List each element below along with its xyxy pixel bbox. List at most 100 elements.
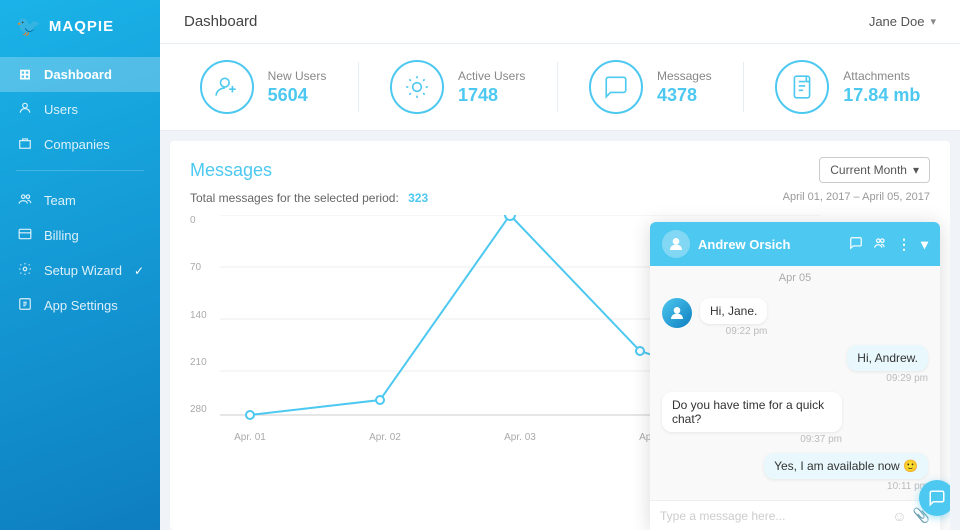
stat-messages-label: Messages	[657, 69, 712, 83]
active-users-icon	[390, 60, 444, 114]
chat-message-3: Yes, I am available now 🙂 10:11 pm	[662, 453, 928, 492]
sidebar-label-companies: Companies	[44, 137, 110, 152]
sidebar-item-app-settings[interactable]: App Settings	[0, 288, 160, 323]
chat-users-icon[interactable]	[873, 236, 887, 253]
user-menu[interactable]: Jane Doe ▾	[869, 14, 936, 29]
period-label: Current Month	[830, 163, 907, 177]
chat-message-2: Do you have time for a quick chat? 09:37…	[662, 392, 928, 445]
y-axis-labels: 280 210 140 70 0	[190, 215, 220, 415]
stat-new-users-value: 5604	[268, 85, 327, 106]
sidebar-label-setup-wizard: Setup Wizard	[44, 263, 122, 278]
chat-date-label: Apr 05	[650, 266, 940, 290]
sidebar-label-app-settings: App Settings	[44, 298, 118, 313]
chat-popup: Andrew Orsich ⋮ ▾ Apr 05	[650, 222, 940, 530]
stat-active-users-info: Active Users 1748	[458, 69, 525, 106]
page-title: Dashboard	[184, 13, 257, 30]
stat-active-users: Active Users 1748	[390, 60, 525, 114]
y-label-4: 0	[190, 215, 220, 226]
chat-comment-icon[interactable]	[849, 236, 863, 253]
total-value: 323	[408, 191, 428, 205]
date-range: April 01, 2017 – April 05, 2017	[783, 191, 930, 205]
chat-input-area: ☺ 📎	[650, 500, 940, 530]
chart-dot-2	[505, 215, 515, 220]
sidebar-item-dashboard[interactable]: ⊞ Dashboard	[0, 57, 160, 92]
logo-text: MAQPIE	[49, 18, 114, 35]
chart-dot-0	[246, 411, 254, 419]
chat-text-1: Hi, Andrew.	[847, 345, 928, 371]
sidebar-item-team[interactable]: Team	[0, 183, 160, 218]
main-content: Dashboard Jane Doe ▾ New Users 5604	[160, 0, 960, 530]
chat-text-2: Do you have time for a quick chat?	[662, 392, 842, 432]
team-icon	[16, 192, 34, 209]
billing-icon	[16, 227, 34, 244]
stat-divider-1	[358, 62, 359, 112]
chat-emoji-icon[interactable]: ☺	[892, 508, 906, 524]
companies-icon	[16, 136, 34, 153]
stat-new-users-label: New Users	[268, 69, 327, 83]
stats-bar: New Users 5604 Acti	[160, 44, 960, 131]
total-label: Total messages for the selected period:	[190, 191, 399, 205]
chat-message-0: Hi, Jane. 09:22 pm	[662, 298, 928, 337]
stat-active-users-label: Active Users	[458, 69, 525, 83]
chart-dot-3	[636, 347, 644, 355]
chat-bubble-1: Hi, Andrew. 09:29 pm	[847, 345, 928, 384]
chat-time-3: 10:11 pm	[764, 481, 928, 492]
chat-bubble-2: Do you have time for a quick chat? 09:37…	[662, 392, 842, 445]
sidebar-main-section: ⊞ Dashboard Users Companies	[0, 57, 160, 162]
chat-chevron-down-icon[interactable]: ▾	[921, 236, 928, 253]
new-users-icon	[200, 60, 254, 114]
x-label-2: Apr. 03	[490, 432, 550, 443]
users-icon	[16, 101, 34, 118]
setup-wizard-check: ✓	[134, 264, 144, 278]
chat-bubble-0: Hi, Jane. 09:22 pm	[700, 298, 767, 337]
y-label-0: 280	[190, 404, 220, 415]
stat-divider-2	[557, 62, 558, 112]
chart-section: Messages Current Month ▾ Total messages …	[170, 141, 950, 530]
chart-title: Messages	[190, 160, 272, 181]
logo-icon: 🐦	[16, 14, 41, 39]
chat-time-1: 09:29 pm	[847, 373, 928, 384]
sidebar-label-dashboard: Dashboard	[44, 67, 112, 82]
sidebar-item-companies[interactable]: Companies	[0, 127, 160, 162]
attachments-icon	[775, 60, 829, 114]
x-label-1: Apr. 02	[355, 432, 415, 443]
stat-attachments: Attachments 17.84 mb	[775, 60, 920, 114]
stat-new-users-info: New Users 5604	[268, 69, 327, 106]
x-label-0: Apr. 01	[220, 432, 280, 443]
app-settings-icon	[16, 297, 34, 314]
y-label-2: 140	[190, 310, 220, 321]
sidebar-label-users: Users	[44, 102, 78, 117]
chart-header: Messages Current Month ▾	[190, 157, 930, 183]
setup-wizard-icon	[16, 262, 34, 279]
messages-icon	[589, 60, 643, 114]
chat-more-icon[interactable]: ⋮	[897, 236, 911, 253]
chat-input[interactable]	[660, 509, 886, 523]
chat-fab-button[interactable]	[919, 480, 950, 516]
chat-header-icons: ⋮ ▾	[849, 236, 928, 253]
stat-attachments-info: Attachments 17.84 mb	[843, 69, 920, 106]
chat-avatar-0	[662, 298, 692, 328]
sidebar-divider	[16, 170, 144, 171]
sidebar-label-billing: Billing	[44, 228, 79, 243]
period-chevron-icon: ▾	[913, 163, 919, 177]
sidebar-secondary-section: Team Billing Setup Wizard ✓ App Settings	[0, 183, 160, 323]
stat-messages-value: 4378	[657, 85, 712, 106]
sidebar-item-users[interactable]: Users	[0, 92, 160, 127]
logo-area: 🐦 MAQPIE	[0, 0, 160, 53]
chart-subtitle: Total messages for the selected period: …	[190, 191, 930, 205]
chat-time-0: 09:22 pm	[700, 326, 767, 337]
stat-active-users-value: 1748	[458, 85, 525, 106]
sidebar-label-team: Team	[44, 193, 76, 208]
username: Jane Doe	[869, 14, 925, 29]
period-selector[interactable]: Current Month ▾	[819, 157, 930, 183]
dashboard-icon: ⊞	[16, 66, 34, 83]
stat-divider-3	[743, 62, 744, 112]
chat-messages: Hi, Jane. 09:22 pm Hi, Andrew. 09:29 pm …	[650, 290, 940, 500]
sidebar-item-billing[interactable]: Billing	[0, 218, 160, 253]
chat-contact-avatar	[662, 230, 690, 258]
y-label-1: 210	[190, 357, 220, 368]
chat-text-3: Yes, I am available now 🙂	[764, 453, 928, 479]
chat-header: Andrew Orsich ⋮ ▾	[650, 222, 940, 266]
stat-attachments-label: Attachments	[843, 69, 920, 83]
sidebar-item-setup-wizard[interactable]: Setup Wizard ✓	[0, 253, 160, 288]
